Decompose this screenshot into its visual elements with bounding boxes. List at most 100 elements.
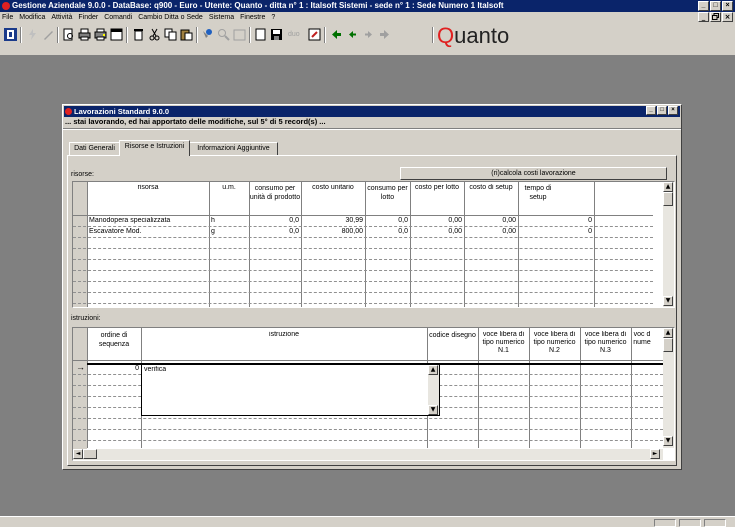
scroll-down-button[interactable]: ▼	[663, 436, 673, 446]
menu-file[interactable]: File	[0, 12, 16, 23]
previous-record-icon[interactable]	[346, 28, 359, 41]
col-header-voce-4: voc d nume	[633, 331, 651, 346]
hscroll-thumb[interactable]	[83, 449, 97, 459]
scroll-right-button[interactable]: ►	[650, 449, 660, 459]
zoom-icon[interactable]	[217, 28, 230, 41]
consumo-lotto-cell[interactable]: 0,0	[365, 217, 408, 224]
tab-dati-generali[interactable]: Dati Generali	[69, 142, 120, 155]
tab-informazioni-aggiuntive[interactable]: Informazioni Aggiuntive	[189, 142, 278, 155]
risorsa-cell[interactable]: Escavatore Mod.	[89, 228, 207, 235]
child-logo-icon	[65, 108, 72, 115]
pen-icon[interactable]	[42, 28, 55, 41]
istruzione-memo-editor[interactable]: verifica ▲ ▼	[141, 364, 440, 416]
consumo-unita-cell[interactable]: 0,0	[249, 228, 299, 235]
menu-attivita[interactable]: Attività	[48, 12, 75, 23]
brand-logo: Quanto	[437, 23, 510, 48]
duo-icon[interactable]: duo	[288, 31, 300, 38]
maximize-button[interactable]: □	[710, 1, 721, 11]
delete-icon[interactable]	[132, 28, 145, 41]
save-icon[interactable]	[270, 28, 283, 41]
consumo-unita-cell[interactable]: 0,0	[249, 217, 299, 224]
lavorazioni-window: Lavorazioni Standard 9.0.0 _ □ × ... sta…	[62, 104, 682, 470]
status-cell	[654, 519, 676, 527]
costo-setup-cell[interactable]: 0,00	[464, 217, 516, 224]
memo-scroll-up-button[interactable]: ▲	[428, 365, 438, 375]
child-minimize-button[interactable]: _	[646, 106, 656, 115]
menu-modifica[interactable]: Modifica	[16, 12, 48, 23]
menu-sistema[interactable]: Sistema	[206, 12, 237, 23]
current-row-arrow-icon: →	[76, 363, 85, 372]
child-maximize-button[interactable]: □	[657, 106, 667, 115]
col-header-voce-1: voce libera di tipo numerico N.1	[482, 331, 525, 354]
status-cell	[679, 519, 701, 527]
col-header-voce-3: voce libera di tipo numerico N.3	[584, 331, 627, 354]
costo-setup-cell[interactable]: 0,00	[464, 228, 516, 235]
print-preview-icon[interactable]	[62, 28, 75, 41]
um-cell[interactable]: h	[211, 217, 247, 224]
col-header-consumo-lotto: consumo per lotto	[367, 185, 408, 201]
scroll-up-button[interactable]: ▲	[663, 182, 673, 192]
recalc-costs-button[interactable]: (ri)calcola costi lavorazione	[400, 167, 667, 180]
status-cell	[704, 519, 726, 527]
first-record-icon[interactable]	[330, 28, 343, 41]
costo-lotto-cell[interactable]: 0,00	[410, 228, 462, 235]
cut-icon[interactable]	[148, 28, 161, 41]
scroll-left-button[interactable]: ◄	[73, 449, 83, 459]
mdi-window-buttons: _ ×	[698, 12, 733, 22]
print-setup-icon[interactable]	[94, 28, 107, 41]
costo-lotto-cell[interactable]: 0,00	[410, 217, 462, 224]
istruzioni-vscrollbar[interactable]: ▲ ▼	[663, 328, 674, 448]
lightning-icon[interactable]	[26, 28, 39, 41]
tempo-setup-cell[interactable]: 0	[518, 217, 592, 224]
ordine-cell[interactable]: 0	[89, 365, 139, 372]
exit-icon[interactable]	[4, 28, 17, 41]
edit-icon[interactable]	[308, 28, 321, 41]
child-close-button[interactable]: ×	[668, 106, 678, 115]
paste-icon[interactable]	[180, 28, 193, 41]
print-icon[interactable]	[78, 28, 91, 41]
scroll-down-button[interactable]: ▼	[663, 296, 673, 306]
menu-bar: File Modifica Attività Finder Comandi Ca…	[0, 12, 735, 23]
col-header-tempo-setup: tempo di setup	[524, 185, 552, 201]
istruzioni-label: istruzioni:	[71, 315, 101, 322]
col-header-voce-2: voce libera di tipo numerico N.2	[533, 331, 576, 354]
new-record-icon[interactable]	[254, 28, 267, 41]
copy-icon[interactable]	[164, 28, 177, 41]
scroll-thumb[interactable]	[663, 192, 673, 206]
consumo-lotto-cell[interactable]: 0,0	[365, 228, 408, 235]
col-header-costo-unitario: costo unitario	[312, 184, 354, 191]
app-title-bar: Gestione Aziendale 9.0.0 - DataBase: q90…	[0, 0, 735, 12]
istruzioni-hscrollbar[interactable]: ◄ ►	[73, 449, 663, 460]
memo-scroll-down-button[interactable]: ▼	[428, 405, 438, 415]
menu-finestre[interactable]: Finestre	[237, 12, 268, 23]
next-record-icon[interactable]	[362, 28, 375, 41]
calendar-icon[interactable]	[233, 28, 246, 41]
tab-risorse-istruzioni[interactable]: Risorse e Istruzioni	[119, 140, 190, 156]
minimize-button[interactable]: _	[698, 1, 709, 11]
child-title: Lavorazioni Standard 9.0.0	[74, 107, 170, 116]
costo-unitario-cell[interactable]: 30,99	[301, 217, 363, 224]
menu-finder[interactable]: Finder	[75, 12, 101, 23]
memo-vscrollbar[interactable]: ▲ ▼	[428, 365, 439, 415]
col-header-risorsa: risorsa	[137, 184, 159, 191]
status-bar	[0, 516, 735, 527]
menu-comandi[interactable]: Comandi	[101, 12, 135, 23]
mdi-close-button[interactable]: ×	[722, 12, 733, 22]
tempo-setup-cell[interactable]: 0	[518, 228, 592, 235]
col-header-consumo-unita: consumo per unità di prodotto	[249, 185, 301, 201]
menu-help[interactable]: ?	[268, 12, 278, 23]
close-button[interactable]: ×	[722, 1, 733, 11]
mdi-restore-button[interactable]	[710, 12, 721, 22]
risorsa-cell[interactable]: Manodopera specializzata	[89, 217, 207, 224]
find-icon[interactable]	[201, 28, 214, 41]
um-cell[interactable]: g	[211, 228, 247, 235]
scroll-thumb[interactable]	[663, 338, 673, 352]
scroll-up-button[interactable]: ▲	[663, 328, 673, 338]
istruzione-memo-text[interactable]: verifica	[144, 366, 166, 373]
menu-cambio-ditta[interactable]: Cambio Ditta o Sede	[135, 12, 206, 23]
mdi-minimize-button[interactable]: _	[698, 12, 709, 22]
costo-unitario-cell[interactable]: 800,00	[301, 228, 363, 235]
copy-window-icon[interactable]	[110, 28, 123, 41]
risorse-vscrollbar[interactable]: ▲ ▼	[663, 182, 674, 307]
last-record-icon[interactable]	[378, 28, 391, 41]
